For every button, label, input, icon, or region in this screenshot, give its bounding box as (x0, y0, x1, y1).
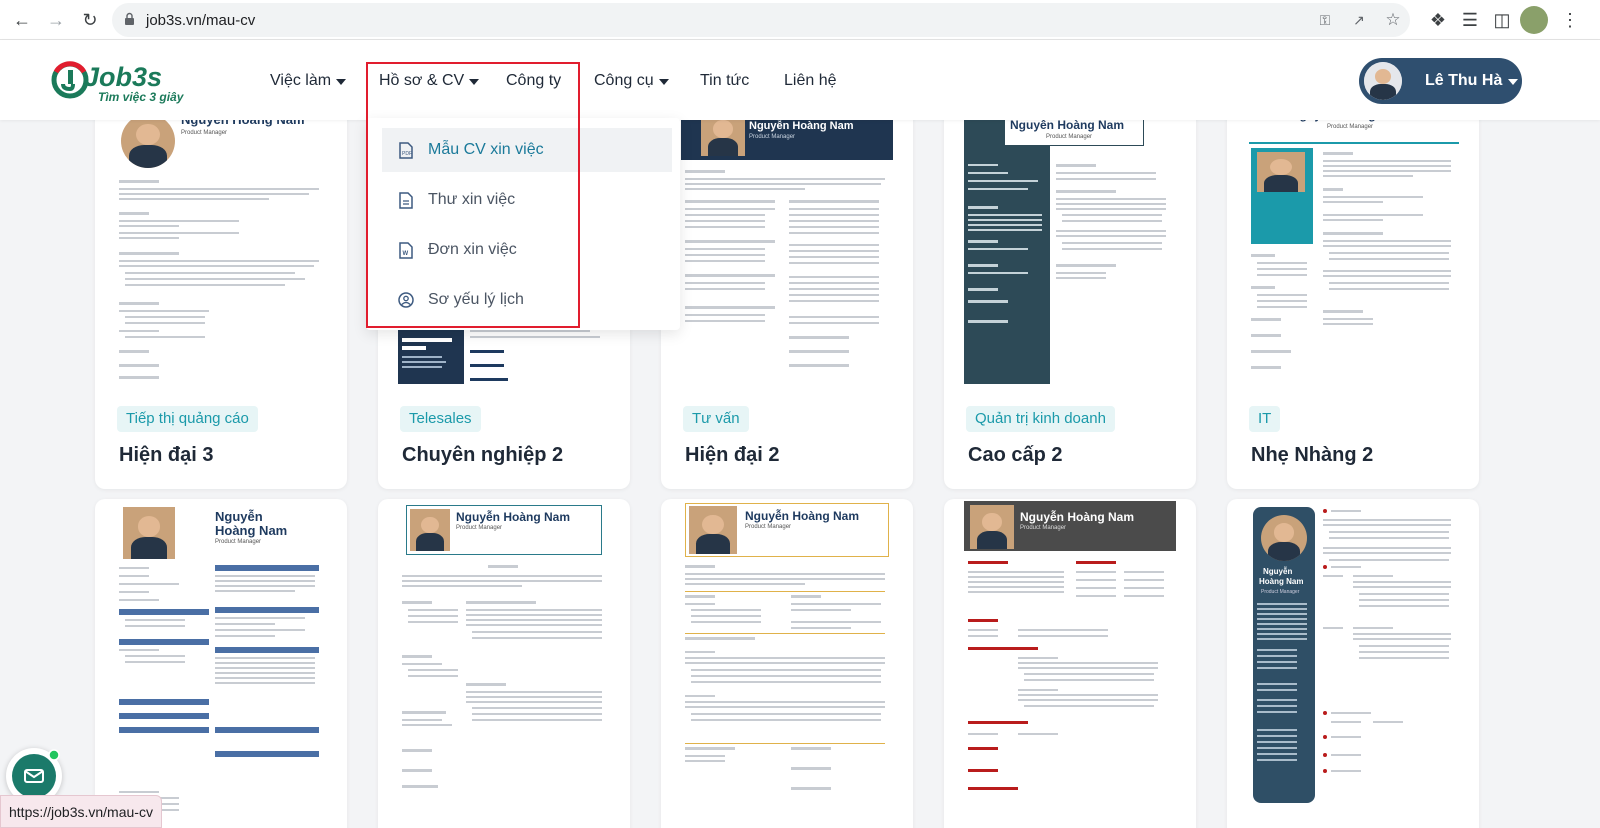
cv-card[interactable]: Nguyễn Hoàng Nam Product Manager (378, 499, 630, 828)
card-category-tag[interactable]: Tiếp thị quảng cáo (117, 406, 258, 432)
back-icon[interactable]: ← (8, 6, 36, 34)
cv-name: Hoàng Nam (215, 523, 288, 538)
cv-preview-image: Nguyễn Hoàng Nam Product Manager (964, 501, 1176, 821)
job3s-logo[interactable]: Job3s Tìm việc 3 giây (50, 58, 210, 108)
address-bar[interactable]: job3s.vn/mau-cv ⚿ ↗ ☆ (112, 3, 1410, 37)
cv-preview-image: Nguyễn Hoàng Nam Product Manager (681, 120, 893, 384)
logo-text: Job3s (84, 62, 163, 92)
cv-card[interactable]: Nguyễn Hoàng Nam Product Manager (95, 499, 347, 828)
cv-card[interactable]: Nguyễn Hoàng Nam Product Manager (944, 499, 1196, 828)
cv-card[interactable]: Nguyễn Hoàng Nam Product Manager (661, 499, 913, 828)
url-text: job3s.vn/mau-cv (146, 12, 256, 29)
cv-name: Nguyễn (1263, 567, 1293, 576)
cv-job-title: Product Manager (1327, 124, 1374, 130)
cv-card[interactable]: Nguyễn Hoàng Nam Product Manager Quản tr… (944, 120, 1196, 489)
nav-viec-lam[interactable]: Việc làm (270, 72, 347, 90)
nav-label: Tin tức (700, 72, 750, 89)
cv-text-lines (119, 180, 319, 379)
card-title[interactable]: Hiện đại 2 (685, 444, 779, 467)
cv-job-title: Product Manager (215, 539, 262, 545)
cv-preview-image: Nguyễn Hoàng Nam Product Manager (115, 501, 327, 821)
cv-card[interactable]: Nguyễn Hoàng Nam Product Manager IT Nhẹ … (1227, 120, 1479, 489)
cv-name: Nguyễn Hoàng Nam (456, 510, 571, 524)
cv-card[interactable]: Nguyễn Hoàng Nam Product Manager Tiếp th… (95, 120, 347, 489)
nav-cong-cu[interactable]: Công cụ (594, 72, 669, 90)
cv-template-grid: Nguyễn Hoàng Nam Product Manager Tiếp th… (0, 120, 1600, 828)
cv-card[interactable]: Nguyễn Hoàng Nam Product Manager Tư vấn … (661, 120, 913, 489)
cv-job-title: Product Manager (1046, 134, 1093, 140)
cv-preview-image: Nguyễn Hoàng Nam Product Manager (964, 120, 1176, 384)
card-title[interactable]: Chuyên nghiệp 2 (402, 444, 563, 467)
reload-icon[interactable]: ↻ (76, 6, 104, 34)
cv-preview-image: Nguyễn Hoàng Nam Product Manager (681, 501, 893, 821)
nav-label: Việc làm (270, 72, 332, 89)
cv-job-title: Product Manager (181, 130, 228, 136)
card-title[interactable]: Nhẹ Nhàng 2 (1251, 444, 1373, 467)
cv-job-title: Product Manager (749, 134, 796, 140)
media-icon[interactable]: ☰ (1456, 6, 1484, 34)
forward-icon[interactable]: → (42, 6, 70, 34)
star-icon[interactable]: ☆ (1384, 10, 1402, 29)
menu-icon[interactable]: ⋮ (1556, 6, 1584, 34)
logo-tagline: Tìm việc 3 giây (98, 90, 184, 104)
chevron-down-icon (336, 79, 347, 85)
cv-job-title: Product Manager (456, 525, 503, 531)
avatar (1364, 62, 1402, 100)
status-bar-url: https://job3s.vn/mau-cv (0, 795, 162, 828)
nav-tin-tuc[interactable]: Tin tức (700, 72, 749, 90)
card-category-tag[interactable]: Telesales (400, 406, 481, 432)
key-icon[interactable]: ⚿ (1316, 11, 1334, 29)
cv-name: Nguyễn (215, 509, 263, 524)
card-category-tag[interactable]: Tư vấn (683, 406, 749, 432)
cv-name: Nguyễn Hoàng Nam (1010, 120, 1125, 132)
browser-toolbar: ← → ↻ job3s.vn/mau-cv ⚿ ↗ ☆ ❖ ☰ ◫ ⋮ (0, 0, 1600, 40)
card-title[interactable]: Hiện đại 3 (119, 444, 213, 467)
lock-icon (125, 12, 134, 25)
cv-name: Nguyễn Hoàng Nam (1020, 510, 1135, 524)
cv-job-title: Product Manager (745, 524, 792, 530)
cv-preview-image: Nguyễn Hoàng Nam Product Manager (398, 501, 610, 821)
cv-job-title: Product Manager (1261, 589, 1300, 595)
side-panel-icon[interactable]: ◫ (1488, 6, 1516, 34)
cv-card[interactable]: Nguyễn Hoàng Nam Product Manager (1227, 499, 1479, 828)
cv-preview-image: Nguyễn Hoàng Nam Product Manager (1247, 501, 1459, 821)
nav-lien-he[interactable]: Liên hệ (784, 72, 837, 90)
extensions-icon[interactable]: ❖ (1424, 6, 1452, 34)
cv-name: Nguyễn Hoàng Nam (749, 120, 854, 132)
card-category-tag[interactable]: IT (1249, 406, 1281, 432)
cv-preview-image: Nguyễn Hoàng Nam Product Manager (1247, 120, 1459, 384)
nav-label: Liên hệ (784, 72, 837, 89)
nav-label: Công cụ (594, 72, 654, 89)
chevron-down-icon (1508, 79, 1519, 85)
profile-avatar[interactable] (1520, 6, 1548, 34)
highlight-box (366, 62, 580, 328)
share-icon[interactable]: ↗ (1350, 11, 1368, 29)
cv-preview-image: Nguyễn Hoàng Nam Product Manager (115, 120, 327, 384)
user-menu-button[interactable]: Lê Thu Hà (1359, 58, 1522, 104)
cv-name: Hoàng Nam (1259, 577, 1304, 586)
cv-name: Nguyễn Hoàng Nam (745, 509, 860, 523)
cv-name: Nguyễn Hoàng Nam (1291, 120, 1405, 122)
card-title[interactable]: Cao cấp 2 (968, 444, 1062, 467)
card-category-tag[interactable]: Quản trị kinh doanh (966, 406, 1115, 432)
cv-name: Nguyễn Hoàng Nam (181, 120, 305, 127)
cv-job-title: Product Manager (1020, 525, 1067, 531)
chevron-down-icon (658, 79, 669, 85)
user-name: Lê Thu Hà (1425, 72, 1503, 89)
